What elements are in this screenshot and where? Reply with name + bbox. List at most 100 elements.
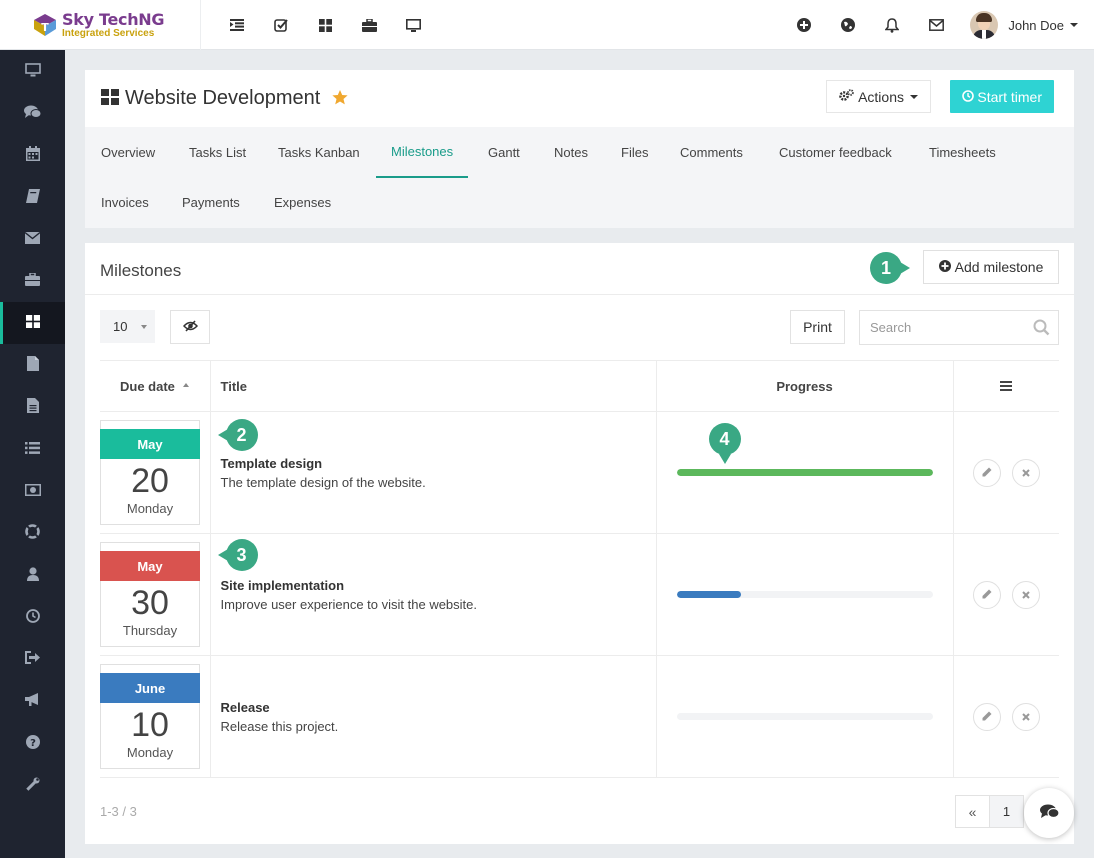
sidebar-item-timesheets[interactable] [0,596,65,638]
grid-icon [25,315,40,331]
tab-expenses[interactable]: Expenses [274,177,331,228]
add-milestone-button[interactable]: Add milestone [923,250,1059,284]
sidebar-item-knowledge[interactable] [0,176,65,218]
page-length-select[interactable]: 10 [100,310,155,343]
sidebar-item-messages[interactable] [0,92,65,134]
grid-icon[interactable] [303,0,347,50]
monitor-icon [24,62,41,80]
tab-milestones[interactable]: Milestones [376,127,469,178]
briefcase-icon[interactable] [347,0,391,50]
edit-button[interactable] [972,458,1001,487]
tab-gantt[interactable]: Gantt [488,127,520,178]
table-row: May 20 Monday 2 Template design The temp… [100,411,1059,534]
plus-circle-icon[interactable] [782,0,826,50]
delete-button[interactable] [1011,580,1040,609]
progress-bar [676,469,933,476]
list-indent-icon[interactable] [215,0,259,50]
close-icon [1022,587,1030,602]
sidebar-item-settings[interactable] [0,764,65,806]
sidebar-item-payments[interactable] [0,470,65,512]
sort-asc-icon [182,383,189,388]
top-shortcuts [215,0,435,50]
close-icon [1022,709,1030,724]
actions-button[interactable]: Actions [826,80,931,113]
sidebar-item-dashboard[interactable] [0,50,65,92]
page-length-value: 10 [113,319,128,334]
actions-label: Actions [858,88,904,105]
tab-tasks-list[interactable]: Tasks List [189,127,246,178]
milestone-title[interactable]: Site implementation [221,578,656,593]
column-header-progress[interactable]: Progress [655,360,953,412]
sidebar-item-projects[interactable] [0,302,65,344]
sidebar-item-leads[interactable] [0,638,65,680]
top-bar: T Sky TechNG Integrated Services John Do… [0,0,1094,50]
tab-payments[interactable]: Payments [182,177,240,228]
sidebar-item-support[interactable] [0,512,65,554]
callout-badge: 4 [708,423,741,464]
tab-notes[interactable]: Notes [554,127,588,178]
logo-mark-icon: T [32,12,58,38]
bell-icon[interactable] [870,0,914,50]
sidebar-item-tasks[interactable] [0,428,65,470]
delete-button[interactable] [1011,702,1040,731]
tab-tasks-kanban[interactable]: Tasks Kanban [278,127,360,178]
milestone-title[interactable]: Template design [221,456,656,471]
sidebar-item-clients[interactable] [0,260,65,302]
column-options[interactable] [952,360,1059,412]
list-icon [25,441,40,457]
chat-button[interactable] [1024,788,1074,838]
pagination-page-1[interactable]: 1 [989,795,1024,828]
brand-logo[interactable]: T Sky TechNG Integrated Services [0,0,201,50]
start-timer-button[interactable]: Start timer [950,80,1054,113]
star-icon[interactable] [332,89,348,108]
edit-button[interactable] [972,702,1001,731]
user-menu[interactable]: John Doe [958,0,1094,50]
search-input[interactable] [860,311,1020,344]
globe-icon[interactable] [826,0,870,50]
sidebar: ? [0,50,65,858]
sidebar-item-announcements[interactable] [0,680,65,722]
search-icon[interactable] [1033,319,1050,339]
tab-comments[interactable]: Comments [680,127,743,178]
caret-down-icon [141,325,147,329]
svg-text:?: ? [30,738,36,749]
due-weekday: Monday [126,501,174,516]
sidebar-item-email[interactable] [0,218,65,260]
gears-icon [839,88,854,105]
due-weekday: Thursday [122,623,178,638]
tab-overview[interactable]: Overview [101,127,155,178]
due-month: May [100,551,200,581]
tab-customer-feedback[interactable]: Customer feedback [779,127,892,178]
tab-timesheets[interactable]: Timesheets [929,127,996,178]
sidebar-item-team[interactable] [0,554,65,596]
monitor-icon[interactable] [391,0,435,50]
svg-text:T: T [41,21,49,34]
pencil-icon [982,709,992,724]
column-header-due-date[interactable]: Due date [100,360,210,412]
table-row: May 30 Thursday 3 Site implementation Im… [100,533,1059,656]
edit-button[interactable] [972,580,1001,609]
money-icon [24,483,41,499]
check-square-icon[interactable] [259,0,303,50]
pagination-prev-button[interactable]: « [955,795,990,828]
due-date-calendar: May 30 Thursday [100,542,200,647]
column-header-title[interactable]: Title [209,360,656,412]
sidebar-item-invoices[interactable] [0,386,65,428]
tab-invoices[interactable]: Invoices [101,177,149,228]
tab-files[interactable]: Files [621,127,648,178]
envelope-icon[interactable] [914,0,958,50]
start-timer-label: Start timer [977,88,1042,105]
sidebar-item-documents[interactable] [0,344,65,386]
delete-button[interactable] [1011,458,1040,487]
milestone-description: Improve user experience to visit the web… [220,596,478,612]
file-icon [26,356,39,374]
due-month: May [100,429,200,459]
top-actions: John Doe [782,0,1094,50]
milestone-title[interactable]: Release [221,700,656,715]
print-button[interactable]: Print [790,310,845,344]
sidebar-item-help[interactable]: ? [0,722,65,764]
column-visibility-button[interactable] [170,310,210,344]
lifebuoy-icon [25,524,40,542]
due-date-calendar: June 10 Monday [100,664,200,769]
sidebar-item-calendar[interactable] [0,134,65,176]
